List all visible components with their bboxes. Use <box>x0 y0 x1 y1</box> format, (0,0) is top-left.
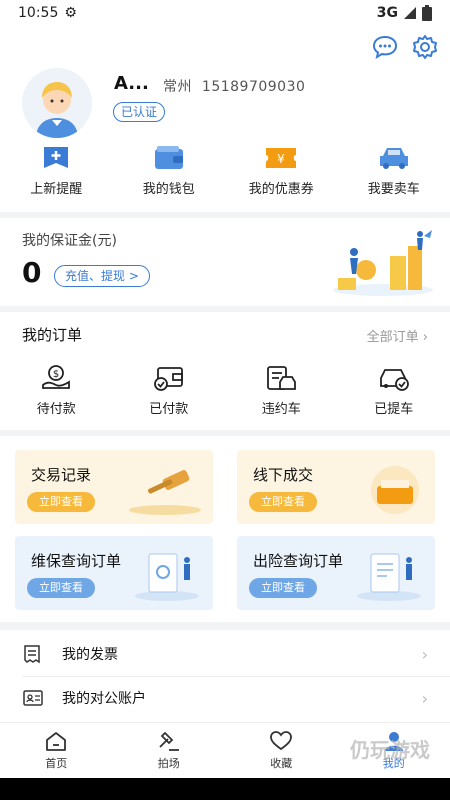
svg-text:$: $ <box>53 369 59 380</box>
battery-icon <box>422 5 432 21</box>
bell-plus-icon <box>44 147 69 168</box>
list-item-invoices[interactable]: 我的发票 › <box>0 632 450 676</box>
order-item-paid[interactable]: 已付款 <box>113 364 226 417</box>
signal-icon <box>404 7 416 19</box>
view-now-button[interactable]: 立即查看 <box>27 492 95 512</box>
order-item-pending-payment[interactable]: $ 待付款 <box>0 364 113 417</box>
tab-label: 收藏 <box>270 757 293 770</box>
order-label: 违约车 <box>261 402 301 417</box>
service-label: 维保查询订单 <box>31 552 122 570</box>
quick-label: 我要卖车 <box>367 182 420 197</box>
service-label: 线下成交 <box>253 466 314 484</box>
list-item-label: 我的对公账户 <box>62 691 146 707</box>
deal-illustration <box>371 466 419 514</box>
car-icon <box>379 148 408 169</box>
watermark: 仍玩游戏 <box>350 738 430 762</box>
user-name: A... <box>114 73 149 94</box>
settings-icon[interactable] <box>412 34 438 60</box>
network-label: 3G <box>376 5 398 21</box>
gavel-illustration <box>129 470 201 515</box>
gavel-icon <box>159 731 179 751</box>
system-nav-bar <box>0 778 450 800</box>
chevron-right-icon: › <box>421 688 428 708</box>
order-label: 已提车 <box>374 402 414 417</box>
verified-badge: 已认证 <box>113 102 166 122</box>
document-person-illustration <box>357 553 421 601</box>
settings-list: 我的发票 › 我的对公账户 › <box>0 630 450 722</box>
user-city: 常州 <box>163 79 192 95</box>
order-status-row: $ 待付款 已付款 违约车 已提车 <box>0 364 450 417</box>
tab-label: 拍场 <box>157 757 180 770</box>
status-time: 10:55 <box>18 5 59 21</box>
quick-actions: 上新提醒 我的钱包 ¥ 我的优惠券 我要卖车 <box>0 144 450 197</box>
quick-item-sell-car[interactable]: 我要卖车 <box>338 144 450 197</box>
user-phone: 15189709030 <box>201 79 306 95</box>
tab-auction[interactable]: 拍场 <box>113 723 226 778</box>
service-transaction-records[interactable]: 交易记录 立即查看 <box>15 450 213 524</box>
deposit-title: 我的保证金(元) <box>22 233 117 249</box>
home-icon <box>46 732 67 751</box>
service-label: 交易记录 <box>31 466 92 484</box>
orders-card: 我的订单 全部订单 › $ 待付款 已付款 违约车 已提车 <box>0 312 450 430</box>
chevron-right-icon: › <box>421 644 428 664</box>
orders-title: 我的订单 <box>22 326 83 344</box>
service-accident-query[interactable]: 出险查询订单 立即查看 <box>237 536 435 610</box>
chevron-right-icon: › <box>422 330 428 345</box>
tab-home[interactable]: 首页 <box>0 723 113 778</box>
view-now-button[interactable]: 立即查看 <box>249 578 317 598</box>
deposit-card: 我的保证金(元) 0 充值、提现 > <box>0 218 450 306</box>
svg-text:¥: ¥ <box>277 152 285 166</box>
service-offline-deal[interactable]: 线下成交 立即查看 <box>237 450 435 524</box>
avatar[interactable] <box>22 68 92 138</box>
message-icon[interactable] <box>372 34 398 60</box>
tab-label: 首页 <box>45 757 68 770</box>
order-label: 已付款 <box>149 402 189 417</box>
car-document-icon <box>267 366 297 390</box>
id-card-icon <box>23 690 43 706</box>
wallet-check-icon <box>153 367 183 391</box>
deposit-illustration <box>333 230 433 296</box>
recharge-withdraw-button[interactable]: 充值、提现 > <box>54 265 150 287</box>
invoice-icon <box>24 645 40 664</box>
quick-item-wallet[interactable]: 我的钱包 <box>113 144 226 197</box>
quick-label: 我的钱包 <box>142 182 195 197</box>
coupon-icon: ¥ <box>266 148 297 168</box>
document-person-illustration <box>135 553 199 601</box>
profile-header: A... 常州 15189709030 已认证 上新提醒 我的钱包 ¥ 我的优惠… <box>0 26 450 212</box>
money-hand-icon: $ <box>42 365 71 389</box>
order-item-breach-car[interactable]: 违约车 <box>225 364 338 417</box>
car-check-icon <box>379 369 409 391</box>
quick-item-coupon[interactable]: ¥ 我的优惠券 <box>225 144 338 197</box>
service-label: 出险查询订单 <box>253 552 344 570</box>
tab-favorites[interactable]: 收藏 <box>225 723 338 778</box>
service-maintenance-query[interactable]: 维保查询订单 立即查看 <box>15 536 213 610</box>
deposit-amount: 0 <box>22 256 42 289</box>
wallet-icon <box>154 146 183 169</box>
view-now-button[interactable]: 立即查看 <box>27 578 95 598</box>
heart-icon <box>270 731 293 751</box>
services-card: 交易记录 立即查看 线下成交 立即查看 维保查询订单 立即查看 出险查询订单 立… <box>0 436 450 622</box>
quick-label: 我的优惠券 <box>248 182 314 197</box>
order-item-picked-up[interactable]: 已提车 <box>338 364 450 417</box>
settings-status-icon: ⚙ <box>64 5 77 21</box>
status-bar: 10:55 ⚙ 3G <box>0 0 450 26</box>
list-item-corporate-account[interactable]: 我的对公账户 › <box>0 676 450 720</box>
quick-item-new-alert[interactable]: 上新提醒 <box>0 144 113 197</box>
all-orders-link[interactable]: 全部订单 › <box>367 326 428 345</box>
order-label: 待付款 <box>36 402 76 417</box>
view-now-button[interactable]: 立即查看 <box>249 492 317 512</box>
user-location-phone: 常州 15189709030 <box>163 76 305 96</box>
quick-label: 上新提醒 <box>30 182 83 197</box>
list-item-label: 我的发票 <box>62 647 118 663</box>
